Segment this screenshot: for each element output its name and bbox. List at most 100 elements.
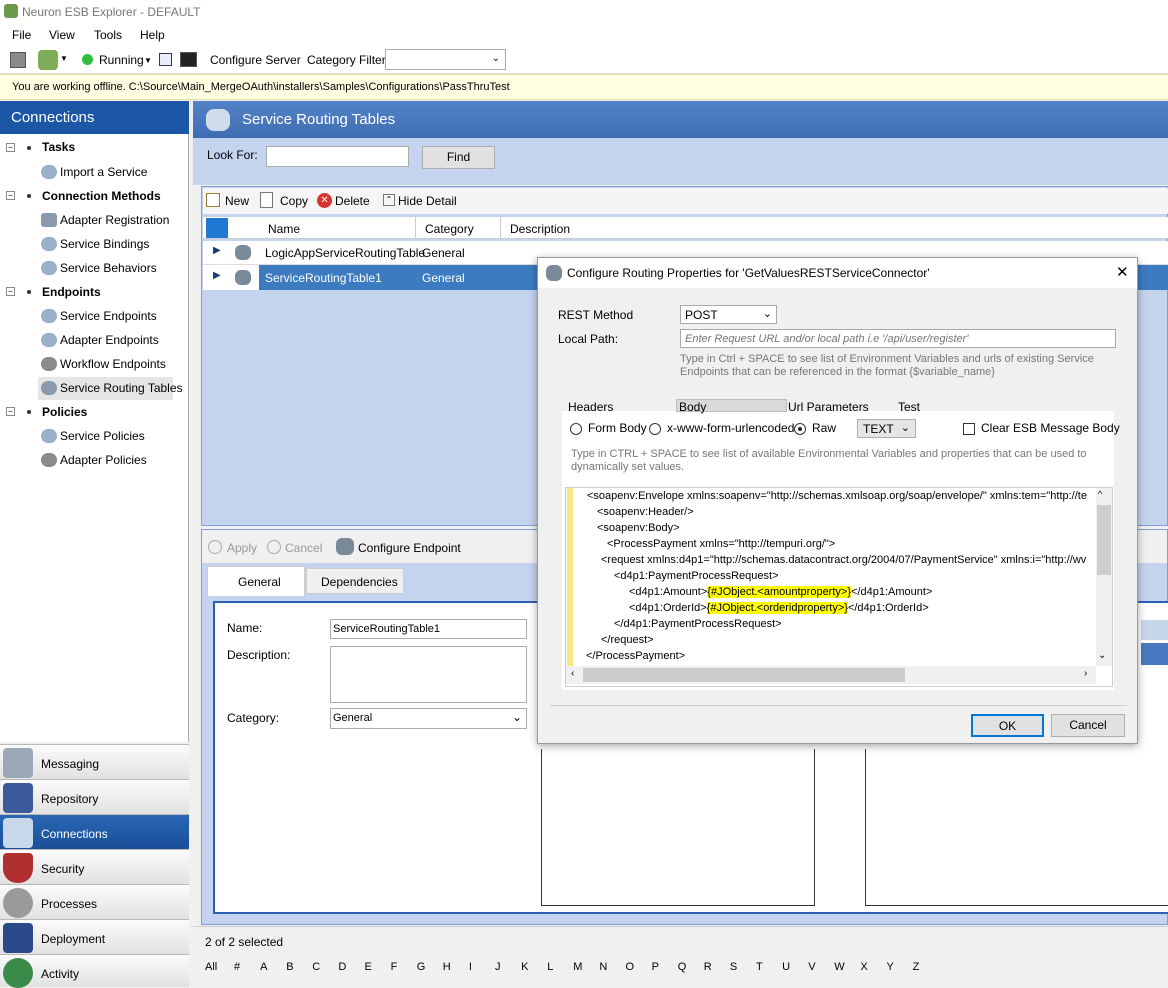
connect-icon[interactable] [38, 50, 58, 70]
tree-group-connection-methods[interactable]: Connection Methods [42, 189, 161, 203]
alpha-filter-item[interactable]: Q [678, 961, 687, 973]
menu-view[interactable]: View [49, 28, 75, 42]
category-select[interactable]: General ⌄ [330, 708, 527, 729]
alpha-filter-item[interactable]: C [312, 961, 320, 973]
alpha-filter-item[interactable]: # [234, 961, 240, 973]
new-button[interactable]: New [225, 194, 249, 208]
tree-group-tasks[interactable]: Tasks [42, 140, 75, 154]
tree-item-service-endpoints[interactable]: Service Endpoints [60, 309, 157, 323]
tab-headers[interactable]: Headers [568, 400, 613, 414]
alpha-filter-item[interactable]: L [547, 961, 553, 973]
alpha-filter-item[interactable]: F [391, 961, 398, 973]
alpha-filter-item[interactable]: G [417, 961, 426, 973]
nav-security[interactable]: Security [0, 849, 189, 884]
monitor-icon[interactable] [180, 52, 197, 67]
tree-item-adapter-policies[interactable]: Adapter Policies [60, 453, 147, 467]
col-name-header[interactable]: Name [268, 222, 300, 236]
vscroll-thumb[interactable] [1097, 505, 1111, 575]
tree-item-import-service[interactable]: Import a Service [60, 165, 147, 179]
collapse-icon[interactable]: − [6, 191, 15, 200]
nav-messaging[interactable]: Messaging [0, 744, 189, 779]
editor-vscrollbar[interactable]: ^ ⌄ [1096, 488, 1112, 666]
copy-button[interactable]: Copy [280, 194, 308, 208]
tree-item-service-bindings[interactable]: Service Bindings [60, 237, 149, 251]
hscroll-thumb[interactable] [583, 668, 905, 682]
alpha-filter-item[interactable]: X [860, 961, 867, 973]
dropdown-arrow-icon[interactable]: ▼ [144, 56, 152, 65]
nav-connections[interactable]: Connections [0, 814, 189, 849]
editor-hscrollbar[interactable]: ‹ › [566, 666, 1096, 684]
tree-item-adapter-registration[interactable]: Adapter Registration [60, 213, 169, 227]
raw-radio[interactable] [794, 423, 806, 435]
tab-url-parameters[interactable]: Url Parameters [788, 400, 869, 414]
alpha-filter-item[interactable]: J [495, 961, 501, 973]
cancel-button[interactable]: Cancel [285, 541, 322, 555]
apply-button[interactable]: Apply [227, 541, 257, 555]
alpha-filter-item[interactable]: D [338, 961, 346, 973]
alpha-filter-item[interactable]: M [573, 961, 582, 973]
alpha-filter-item[interactable]: R [704, 961, 712, 973]
col-description-header[interactable]: Description [510, 222, 570, 236]
tab-body[interactable]: Body [676, 399, 787, 414]
tree-item-workflow-endpoints[interactable]: Workflow Endpoints [60, 357, 166, 371]
alpha-filter-item[interactable]: A [260, 961, 267, 973]
tree-group-endpoints[interactable]: Endpoints [42, 285, 101, 299]
alpha-filter-item[interactable]: P [652, 961, 659, 973]
alpha-filter-item[interactable]: E [365, 961, 372, 973]
nav-repository[interactable]: Repository [0, 779, 189, 814]
clear-body-checkbox[interactable] [963, 423, 975, 435]
alpha-filter-item[interactable]: B [286, 961, 293, 973]
menu-tools[interactable]: Tools [94, 28, 122, 42]
alpha-filter-item[interactable]: U [782, 961, 790, 973]
collapse-icon[interactable]: − [6, 407, 15, 416]
alpha-filter-item[interactable]: H [443, 961, 451, 973]
col-category-header[interactable]: Category [425, 222, 474, 236]
name-input[interactable]: ServiceRoutingTable1 [330, 619, 527, 639]
alpha-filter-item[interactable]: T [756, 961, 763, 973]
tree-item-service-behaviors[interactable]: Service Behaviors [60, 261, 157, 275]
local-path-input[interactable] [680, 329, 1116, 348]
form-body-radio[interactable] [570, 423, 582, 435]
ok-button[interactable]: OK [971, 714, 1044, 737]
alpha-filter-item[interactable]: S [730, 961, 737, 973]
alpha-filter-item[interactable]: W [834, 961, 844, 973]
find-button[interactable]: Find [422, 146, 495, 169]
menu-file[interactable]: File [12, 28, 31, 42]
raw-body-editor[interactable]: <soapenv:Envelope xmlns:soapenv="http://… [565, 487, 1113, 687]
hide-detail-button[interactable]: Hide Detail [398, 194, 457, 208]
look-for-input[interactable] [266, 146, 409, 167]
tab-test[interactable]: Test [898, 400, 920, 414]
collapse-icon[interactable]: − [6, 143, 15, 152]
nav-activity[interactable]: Activity [0, 954, 189, 988]
alpha-filter-item[interactable]: Y [887, 961, 894, 973]
tree-item-service-routing-tables[interactable]: Service Routing Tables [60, 381, 183, 395]
dialog-cancel-button[interactable]: Cancel [1051, 714, 1125, 737]
alpha-filter-item[interactable]: N [599, 961, 607, 973]
configure-server-button[interactable]: Configure Server [210, 53, 301, 67]
alpha-filter-item[interactable]: O [626, 961, 635, 973]
alpha-filter-item[interactable]: V [808, 961, 815, 973]
tab-general[interactable]: General [207, 566, 305, 596]
urlencoded-radio[interactable] [649, 423, 661, 435]
select-all-cell[interactable] [206, 218, 228, 238]
alpha-filter-item[interactable]: I [469, 961, 472, 973]
raw-type-select[interactable]: TEXT ⌄ [857, 419, 916, 438]
category-filter-select[interactable]: ⌄ [385, 49, 506, 70]
close-icon[interactable]: ✕ [1116, 263, 1129, 281]
dropdown-arrow-icon[interactable]: ▼ [60, 54, 68, 63]
alpha-filter-item[interactable]: Z [913, 961, 920, 973]
save-icon[interactable] [10, 52, 26, 68]
tree-item-adapter-endpoints[interactable]: Adapter Endpoints [60, 333, 159, 347]
alpha-filter-item[interactable]: K [521, 961, 528, 973]
tree-group-policies[interactable]: Policies [42, 405, 87, 419]
menu-help[interactable]: Help [140, 28, 165, 42]
tree-item-service-policies[interactable]: Service Policies [60, 429, 145, 443]
running-button[interactable]: Running [99, 53, 144, 67]
collapse-icon[interactable]: − [6, 287, 15, 296]
tab-dependencies[interactable]: Dependencies [306, 568, 404, 594]
nav-deployment[interactable]: Deployment [0, 919, 189, 954]
nav-processes[interactable]: Processes [0, 884, 189, 919]
rest-method-select[interactable]: POST ⌄ [680, 305, 777, 324]
delete-button[interactable]: Delete [335, 194, 370, 208]
alpha-filter-item[interactable]: All [205, 961, 217, 973]
